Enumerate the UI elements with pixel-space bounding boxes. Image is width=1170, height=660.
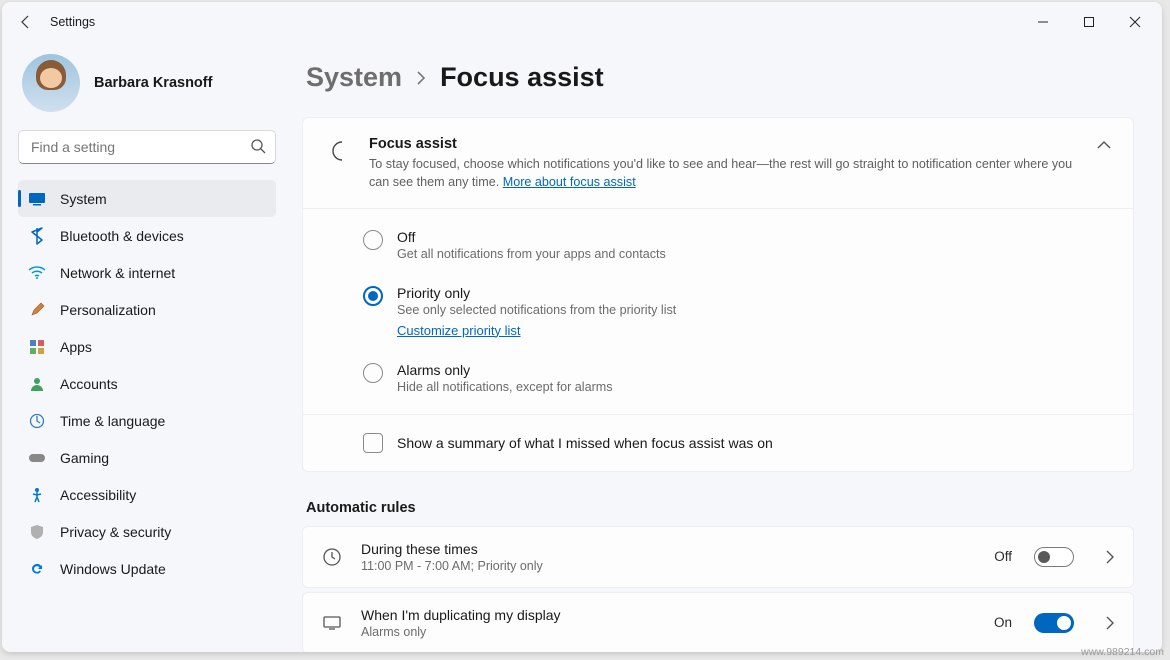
toggle-switch[interactable] bbox=[1034, 613, 1074, 633]
option-title: Off bbox=[397, 229, 666, 245]
card-title: Focus assist bbox=[369, 136, 1079, 152]
close-icon bbox=[1129, 16, 1141, 28]
nav-label: Accounts bbox=[60, 376, 118, 392]
arrow-left-icon bbox=[18, 14, 34, 30]
user-block[interactable]: Barbara Krasnoff bbox=[22, 54, 276, 112]
minimize-icon bbox=[1037, 16, 1049, 28]
window-title: Settings bbox=[46, 15, 95, 29]
breadcrumb-parent[interactable]: System bbox=[306, 62, 402, 93]
nav-item-bluetooth[interactable]: Bluetooth & devices bbox=[18, 217, 276, 254]
shield-icon bbox=[28, 523, 46, 541]
nav-item-time-language[interactable]: Time & language bbox=[18, 402, 276, 439]
nav-item-personalization[interactable]: Personalization bbox=[18, 291, 276, 328]
summary-checkbox-row[interactable]: Show a summary of what I missed when foc… bbox=[303, 414, 1133, 471]
chevron-right-icon bbox=[416, 71, 426, 85]
nav-label: Network & internet bbox=[60, 265, 175, 281]
nav-label: Gaming bbox=[60, 450, 109, 466]
search-icon bbox=[250, 138, 266, 154]
card-description: To stay focused, choose which notificati… bbox=[369, 155, 1079, 192]
option-title: Priority only bbox=[397, 285, 676, 301]
rule-duplicating-display[interactable]: When I'm duplicating my display Alarms on… bbox=[302, 592, 1134, 653]
nav-label: Windows Update bbox=[60, 561, 166, 577]
window-controls bbox=[1020, 2, 1158, 42]
checkbox-label: Show a summary of what I missed when foc… bbox=[397, 435, 773, 451]
search-box bbox=[18, 130, 276, 164]
gamepad-icon bbox=[28, 449, 46, 467]
nav-label: Accessibility bbox=[60, 487, 136, 503]
breadcrumb: System Focus assist bbox=[306, 62, 1134, 93]
system-icon bbox=[28, 190, 46, 208]
radio-option-priority[interactable]: Priority only See only selected notificat… bbox=[363, 273, 1111, 350]
nav-list: System Bluetooth & devices Network & int… bbox=[18, 180, 276, 587]
rule-desc: 11:00 PM - 7:00 AM; Priority only bbox=[361, 559, 976, 573]
option-title: Alarms only bbox=[397, 362, 613, 378]
maximize-icon bbox=[1083, 16, 1095, 28]
nav-item-gaming[interactable]: Gaming bbox=[18, 439, 276, 476]
nav-label: Apps bbox=[60, 339, 92, 355]
radio-icon[interactable] bbox=[363, 286, 383, 306]
close-button[interactable] bbox=[1112, 2, 1158, 42]
nav-item-accessibility[interactable]: Accessibility bbox=[18, 476, 276, 513]
titlebar: Settings bbox=[2, 2, 1162, 42]
maximize-button[interactable] bbox=[1066, 2, 1112, 42]
settings-window: Settings Barbara Krasnoff System Bluetoo… bbox=[2, 2, 1162, 652]
nav-item-network[interactable]: Network & internet bbox=[18, 254, 276, 291]
back-button[interactable] bbox=[6, 2, 46, 42]
radio-icon[interactable] bbox=[363, 363, 383, 383]
radio-option-off[interactable]: Off Get all notifications from your apps … bbox=[363, 217, 1111, 273]
option-desc: See only selected notifications from the… bbox=[397, 303, 676, 317]
option-desc: Get all notifications from your apps and… bbox=[397, 247, 666, 261]
clock-icon bbox=[321, 546, 343, 568]
chevron-right-icon[interactable] bbox=[1106, 550, 1115, 564]
radio-icon[interactable] bbox=[363, 230, 383, 250]
avatar bbox=[22, 54, 80, 112]
option-desc: Hide all notifications, except for alarm… bbox=[397, 380, 613, 394]
wifi-icon bbox=[28, 264, 46, 282]
nav-label: Time & language bbox=[60, 413, 165, 429]
nav-item-apps[interactable]: Apps bbox=[18, 328, 276, 365]
rule-during-times[interactable]: During these times 11:00 PM - 7:00 AM; Pr… bbox=[302, 526, 1134, 588]
brush-icon bbox=[28, 301, 46, 319]
user-name: Barbara Krasnoff bbox=[94, 75, 212, 91]
toggle-state: On bbox=[994, 615, 1012, 630]
toggle-switch[interactable] bbox=[1034, 547, 1074, 567]
bluetooth-icon bbox=[28, 227, 46, 245]
monitor-icon bbox=[321, 612, 343, 634]
chevron-right-icon[interactable] bbox=[1106, 616, 1115, 630]
body: Barbara Krasnoff System Bluetooth & devi… bbox=[2, 42, 1162, 652]
rule-desc: Alarms only bbox=[361, 625, 976, 639]
nav-item-windows-update[interactable]: Windows Update bbox=[18, 550, 276, 587]
update-icon bbox=[28, 560, 46, 578]
toggle-state: Off bbox=[994, 549, 1012, 564]
sidebar: Barbara Krasnoff System Bluetooth & devi… bbox=[2, 42, 292, 652]
nav-label: Personalization bbox=[60, 302, 156, 318]
minimize-button[interactable] bbox=[1020, 2, 1066, 42]
rule-title: When I'm duplicating my display bbox=[361, 607, 976, 623]
nav-label: Privacy & security bbox=[60, 524, 171, 540]
customize-priority-link[interactable]: Customize priority list bbox=[397, 323, 521, 338]
section-title-automatic-rules: Automatic rules bbox=[306, 500, 1134, 516]
focus-assist-card: Focus assist To stay focused, choose whi… bbox=[302, 117, 1134, 472]
chevron-up-icon[interactable] bbox=[1097, 140, 1111, 150]
globe-clock-icon bbox=[28, 412, 46, 430]
accessibility-icon bbox=[28, 486, 46, 504]
radio-option-alarms[interactable]: Alarms only Hide all notifications, excep… bbox=[363, 350, 1111, 406]
card-body: Off Get all notifications from your apps … bbox=[303, 208, 1133, 414]
card-header[interactable]: Focus assist To stay focused, choose whi… bbox=[303, 118, 1133, 208]
more-about-link[interactable]: More about focus assist bbox=[503, 175, 636, 189]
apps-icon bbox=[28, 338, 46, 356]
moon-icon bbox=[325, 138, 351, 164]
person-icon bbox=[28, 375, 46, 393]
nav-item-system[interactable]: System bbox=[18, 180, 276, 217]
nav-item-accounts[interactable]: Accounts bbox=[18, 365, 276, 402]
nav-label: Bluetooth & devices bbox=[60, 228, 184, 244]
checkbox-icon[interactable] bbox=[363, 433, 383, 453]
rule-title: During these times bbox=[361, 541, 976, 557]
nav-item-privacy[interactable]: Privacy & security bbox=[18, 513, 276, 550]
search-input[interactable] bbox=[18, 130, 276, 164]
watermark: www.989214.com bbox=[1081, 646, 1164, 658]
page-title: Focus assist bbox=[440, 62, 604, 93]
nav-label: System bbox=[60, 191, 107, 207]
content-area: System Focus assist Focus assist To stay… bbox=[292, 42, 1162, 652]
